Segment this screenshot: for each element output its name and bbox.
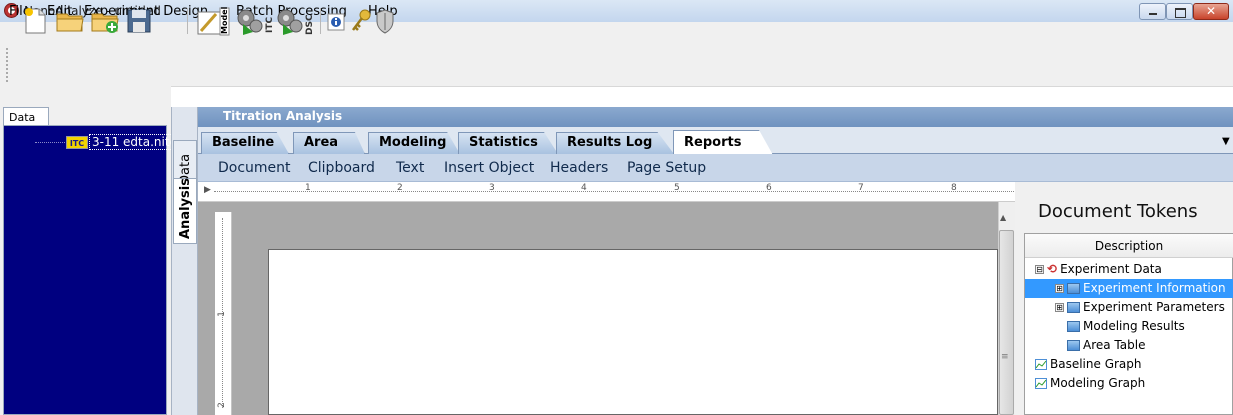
ruler-number: 8: [951, 183, 957, 193]
token-label: Modeling Graph: [1050, 376, 1146, 390]
token-experiment-data[interactable]: ⊟ ⟲ Experiment Data: [1025, 260, 1233, 279]
token-baseline-graph[interactable]: Baseline Graph: [1025, 355, 1233, 374]
token-label: Area Table: [1083, 338, 1146, 352]
ruler-number: 1: [305, 183, 311, 193]
maximize-button[interactable]: [1166, 3, 1193, 20]
side-tab-analysis-label: Analysis: [178, 178, 193, 239]
ruler-number: 7: [858, 183, 864, 193]
dsc-icon[interactable]: DSC: [275, 6, 315, 36]
info-icon[interactable]: [326, 6, 348, 36]
tokens-list: ⊟ ⟲ Experiment Data ⊞ Experiment Informatio…: [1025, 260, 1233, 393]
add-folder-icon[interactable]: [90, 6, 120, 36]
ribbon-clipboard[interactable]: Clipboard: [308, 160, 375, 176]
vertical-ruler-number: 1: [216, 311, 227, 317]
tab-overflow-arrow-icon[interactable]: ▼: [1222, 136, 1230, 147]
token-label: Experiment Parameters: [1083, 300, 1225, 314]
shield-icon[interactable]: [374, 6, 396, 36]
tree-item-file[interactable]: 3-11 edta.nitc: [89, 134, 180, 150]
ribbon-insert-object[interactable]: Insert Object: [444, 160, 534, 176]
tab-area[interactable]: Area: [293, 132, 365, 154]
save-icon[interactable]: [124, 6, 154, 36]
scrollbar-thumb[interactable]: [999, 230, 1014, 415]
tokens-column-header[interactable]: Description: [1025, 234, 1233, 258]
token-experiment-information[interactable]: ⊞ Experiment Information: [1025, 279, 1233, 298]
ruler-indent-marker-icon[interactable]: ▶: [204, 185, 211, 195]
toolbar-grip: [6, 48, 15, 82]
minimize-button[interactable]: [1139, 3, 1166, 20]
scrollbar-grip-icon: ≡: [1001, 352, 1009, 362]
experiment-data-icon: ⟲: [1047, 262, 1058, 276]
new-file-icon[interactable]: [20, 6, 50, 36]
toolbar-separator: [187, 8, 188, 34]
toolbar-separator: [320, 8, 321, 34]
graph-icon: [1035, 359, 1047, 370]
ruler-number: 3: [489, 183, 495, 193]
data-panel-tab[interactable]: Data: [3, 107, 49, 125]
ruler-number: 5: [674, 183, 680, 193]
horizontal-ruler: [198, 182, 1020, 202]
key-icon[interactable]: [350, 6, 372, 36]
vertical-ruler-number: 2: [216, 402, 227, 408]
table-icon: [1067, 302, 1080, 313]
token-label: Modeling Results: [1083, 319, 1185, 333]
open-folder-icon[interactable]: [55, 6, 85, 36]
model-icon-label: Model: [220, 6, 229, 34]
ribbon-text[interactable]: Text: [396, 160, 424, 176]
tree-connector: [35, 142, 65, 143]
itc-file-icon: ITC: [66, 136, 88, 149]
collapse-icon[interactable]: ⊟: [1035, 265, 1044, 274]
data-tree: [3, 125, 167, 415]
toolbar: [0, 44, 1233, 87]
token-experiment-parameters[interactable]: ⊞ Experiment Parameters: [1025, 298, 1233, 317]
ruler-ticks: [214, 191, 1014, 192]
tab-modeling[interactable]: Modeling: [368, 132, 460, 154]
ribbon-headers[interactable]: Headers: [550, 160, 608, 176]
token-label: Baseline Graph: [1050, 357, 1142, 371]
ruler-number: 2: [397, 183, 403, 193]
token-label: Experiment Information: [1083, 281, 1226, 295]
table-icon: [1067, 340, 1080, 351]
graph-icon: [1035, 378, 1047, 389]
tab-reports[interactable]: Reports: [673, 130, 773, 155]
table-icon: [1067, 321, 1080, 332]
expand-icon[interactable]: ⊞: [1055, 284, 1064, 293]
side-tab-analysis[interactable]: Analysis: [173, 178, 197, 244]
dsc-icon-label: DSC: [305, 14, 315, 35]
token-modeling-graph[interactable]: Modeling Graph: [1025, 374, 1233, 393]
itc-icon[interactable]: ITC: [235, 6, 275, 36]
menu-bar: [0, 22, 1233, 44]
itc-icon-label: ITC: [265, 17, 275, 33]
ruler-number: 4: [581, 183, 587, 193]
table-icon: [1067, 283, 1080, 294]
token-modeling-results[interactable]: Modeling Results: [1025, 317, 1233, 336]
expand-icon[interactable]: ⊞: [1055, 303, 1064, 312]
tab-results-log[interactable]: Results Log: [556, 132, 674, 154]
ribbon-page-setup[interactable]: Page Setup: [627, 160, 706, 176]
analysis-header: Titration Analysis: [198, 107, 1233, 127]
close-button[interactable]: [1193, 3, 1229, 20]
tab-statistics[interactable]: Statistics: [458, 132, 558, 154]
ribbon-document[interactable]: Document: [218, 160, 291, 176]
scroll-up-arrow-icon[interactable]: ▲: [1000, 213, 1006, 222]
token-area-table[interactable]: Area Table: [1025, 336, 1233, 355]
model-icon[interactable]: Model: [196, 6, 230, 36]
tab-baseline[interactable]: Baseline: [201, 132, 289, 154]
report-page[interactable]: [268, 249, 998, 415]
token-label: Experiment Data: [1060, 262, 1162, 276]
ruler-number: 6: [766, 183, 772, 193]
document-tokens-title: Document Tokens: [1038, 201, 1198, 222]
